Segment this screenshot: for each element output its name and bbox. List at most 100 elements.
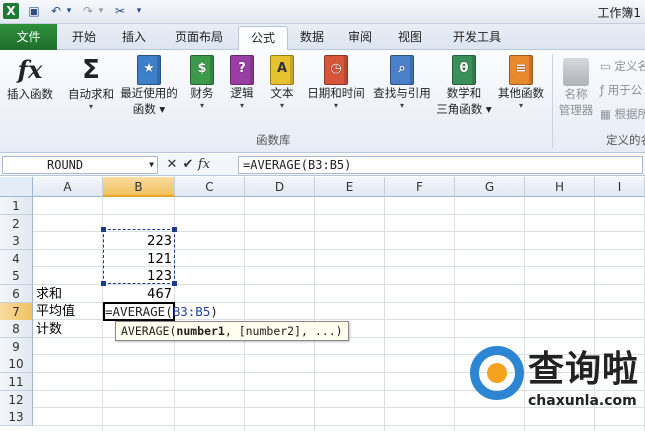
undo-icon[interactable]: ↶ bbox=[48, 3, 64, 19]
window-title: 工作簿1 bbox=[597, 6, 641, 20]
row-header-10[interactable]: 10 bbox=[0, 355, 33, 374]
cell-a8[interactable]: 计数 bbox=[36, 321, 102, 339]
dropdown-arrow-icon: ▾ bbox=[399, 101, 404, 110]
row-header-3[interactable]: 3 bbox=[0, 232, 33, 251]
column-header-i[interactable]: I bbox=[595, 177, 645, 197]
cell-a6[interactable]: 求和 bbox=[36, 286, 102, 304]
text-icon: A bbox=[270, 55, 294, 85]
column-header-f[interactable]: F bbox=[385, 177, 455, 197]
financial-button[interactable]: $ 财务 ▾ bbox=[184, 54, 220, 111]
ribbon-separator bbox=[552, 54, 553, 148]
tab-view[interactable]: 视图 bbox=[388, 24, 432, 50]
row-header-4[interactable]: 4 bbox=[0, 249, 33, 268]
formula-bar: ROUND ▼ ✕ ✔ fx =AVERAGE(B3:B5) bbox=[0, 154, 645, 176]
redo-icon[interactable]: ↷ bbox=[80, 3, 96, 19]
select-all-corner[interactable] bbox=[0, 177, 33, 197]
title-bar: X ▣ ↶ ▾ ↷ ▾ ✂ ▾ 工作簿1 bbox=[0, 0, 645, 24]
tab-formulas[interactable]: 公式 bbox=[238, 26, 288, 51]
save-icon[interactable]: ▣ bbox=[26, 3, 42, 19]
dropdown-arrow-icon: ▾ bbox=[239, 101, 244, 110]
tab-insert[interactable]: 插入 bbox=[110, 24, 158, 50]
row-header-5[interactable]: 5 bbox=[0, 267, 33, 286]
tools-icon[interactable]: ✂ bbox=[112, 3, 128, 19]
range-handle[interactable] bbox=[101, 281, 106, 286]
math-icon: θ bbox=[452, 55, 476, 85]
math-trig-button[interactable]: θ 数学和 三角函数 ▾ bbox=[436, 54, 492, 117]
watermark-brand: 查询啦 bbox=[528, 349, 640, 390]
recently-used-button[interactable]: ★ 最近使用的 函数 ▾ bbox=[118, 54, 180, 117]
row-header-12[interactable]: 12 bbox=[0, 390, 33, 409]
customize-qat-icon[interactable]: ▾ bbox=[134, 3, 144, 19]
autosum-button[interactable]: Σ 自动求和 ▾ bbox=[64, 54, 118, 112]
tab-data[interactable]: 数据 bbox=[290, 24, 334, 50]
column-header-d[interactable]: D bbox=[245, 177, 315, 197]
watermark-logo-icon bbox=[470, 346, 524, 400]
text-button[interactable]: A 文本 ▾ bbox=[264, 54, 300, 111]
cell-a7[interactable]: 平均值 bbox=[36, 303, 102, 321]
more-functions-button[interactable]: ≡ 其他函数 ▾ bbox=[494, 54, 548, 111]
column-header-e[interactable]: E bbox=[315, 177, 385, 197]
dropdown-arrow-icon: ▾ bbox=[279, 101, 284, 110]
row-header-6[interactable]: 6 bbox=[0, 285, 33, 303]
range-handle[interactable] bbox=[172, 281, 177, 286]
more-functions-icon: ≡ bbox=[509, 55, 533, 85]
row-header-8[interactable]: 8 bbox=[0, 320, 33, 339]
row-header-1[interactable]: 1 bbox=[0, 197, 33, 215]
logical-button[interactable]: ? 逻辑 ▾ bbox=[224, 54, 260, 111]
redo-dropdown-icon[interactable]: ▾ bbox=[96, 3, 106, 19]
tab-review[interactable]: 审阅 bbox=[338, 24, 382, 50]
column-header-c[interactable]: C bbox=[175, 177, 245, 197]
row-header-11[interactable]: 11 bbox=[0, 373, 33, 391]
function-argument-tooltip[interactable]: AVERAGE(number1, [number2], ...) bbox=[115, 321, 349, 341]
tab-page-layout[interactable]: 页面布局 bbox=[162, 24, 236, 50]
row-header-2[interactable]: 2 bbox=[0, 214, 33, 233]
tab-home[interactable]: 开始 bbox=[60, 24, 108, 50]
insert-function-button[interactable]: fx 插入函数 bbox=[2, 54, 58, 102]
column-header-b[interactable]: B bbox=[103, 177, 175, 197]
create-from-selection-button[interactable]: ▦ 根据所 bbox=[600, 106, 645, 122]
logical-icon: ? bbox=[230, 55, 254, 85]
name-manager-icon bbox=[563, 58, 589, 86]
grid-row-line bbox=[33, 424, 645, 426]
enter-icon[interactable]: ✔ bbox=[180, 156, 196, 174]
column-header-g[interactable]: G bbox=[455, 177, 525, 197]
dropdown-arrow-icon: ▾ bbox=[333, 101, 338, 110]
insert-function-icon[interactable]: fx bbox=[196, 156, 212, 174]
column-header-h[interactable]: H bbox=[525, 177, 595, 197]
undo-dropdown-icon[interactable]: ▾ bbox=[64, 3, 74, 19]
dropdown-arrow-icon: ▾ bbox=[518, 101, 523, 110]
name-box[interactable]: ROUND ▼ bbox=[2, 156, 158, 174]
defined-names-group-label: 定义的名 bbox=[606, 133, 645, 147]
grid-row-line bbox=[33, 213, 645, 215]
use-in-formula-button[interactable]: ƒ 用于公 bbox=[600, 82, 642, 98]
financial-icon: $ bbox=[190, 55, 214, 85]
lookup-icon: ⌕ bbox=[390, 55, 414, 85]
column-header-a[interactable]: A bbox=[33, 177, 103, 197]
formula-input[interactable]: =AVERAGE(B3:B5) bbox=[238, 156, 643, 174]
name-manager-button[interactable]: 名称 管理器 bbox=[556, 54, 596, 118]
cell-b7-editor[interactable]: =AVERAGE(B3:B5) bbox=[105, 303, 218, 320]
sigma-icon: Σ bbox=[82, 55, 100, 85]
excel-logo-icon[interactable]: X bbox=[3, 3, 19, 19]
datetime-icon: ◷ bbox=[324, 55, 348, 85]
function-library-group-label: 函数库 bbox=[256, 133, 291, 147]
tab-developer[interactable]: 开发工具 bbox=[440, 24, 514, 50]
range-handle[interactable] bbox=[101, 227, 106, 232]
recently-used-icon: ★ bbox=[137, 55, 161, 85]
tab-file[interactable]: 文件 bbox=[0, 24, 57, 50]
dropdown-arrow-icon: ▾ bbox=[88, 102, 93, 111]
formula-bar-buttons: ✕ ✔ fx bbox=[164, 156, 212, 174]
range-selection-marquee bbox=[103, 229, 175, 284]
define-name-button[interactable]: ▭ 定义名 bbox=[600, 58, 645, 74]
cancel-icon[interactable]: ✕ bbox=[164, 156, 180, 174]
name-box-dropdown-icon[interactable]: ▼ bbox=[149, 157, 154, 173]
range-handle[interactable] bbox=[172, 227, 177, 232]
ribbon-formulas: fx 插入函数 Σ 自动求和 ▾ ★ 最近使用的 函数 ▾ $ 财务 ▾ ? 逻… bbox=[0, 50, 645, 153]
ribbon-tabs: 文件 开始 插入 页面布局 公式 数据 审阅 视图 开发工具 bbox=[0, 24, 645, 51]
row-header-7[interactable]: 7 bbox=[0, 302, 33, 321]
row-header-9[interactable]: 9 bbox=[0, 337, 33, 356]
datetime-button[interactable]: ◷ 日期和时间 ▾ bbox=[304, 54, 368, 111]
fx-icon: fx bbox=[17, 55, 43, 84]
row-header-13[interactable]: 13 bbox=[0, 408, 33, 427]
lookup-button[interactable]: ⌕ 查找与引用 ▾ bbox=[370, 54, 434, 111]
